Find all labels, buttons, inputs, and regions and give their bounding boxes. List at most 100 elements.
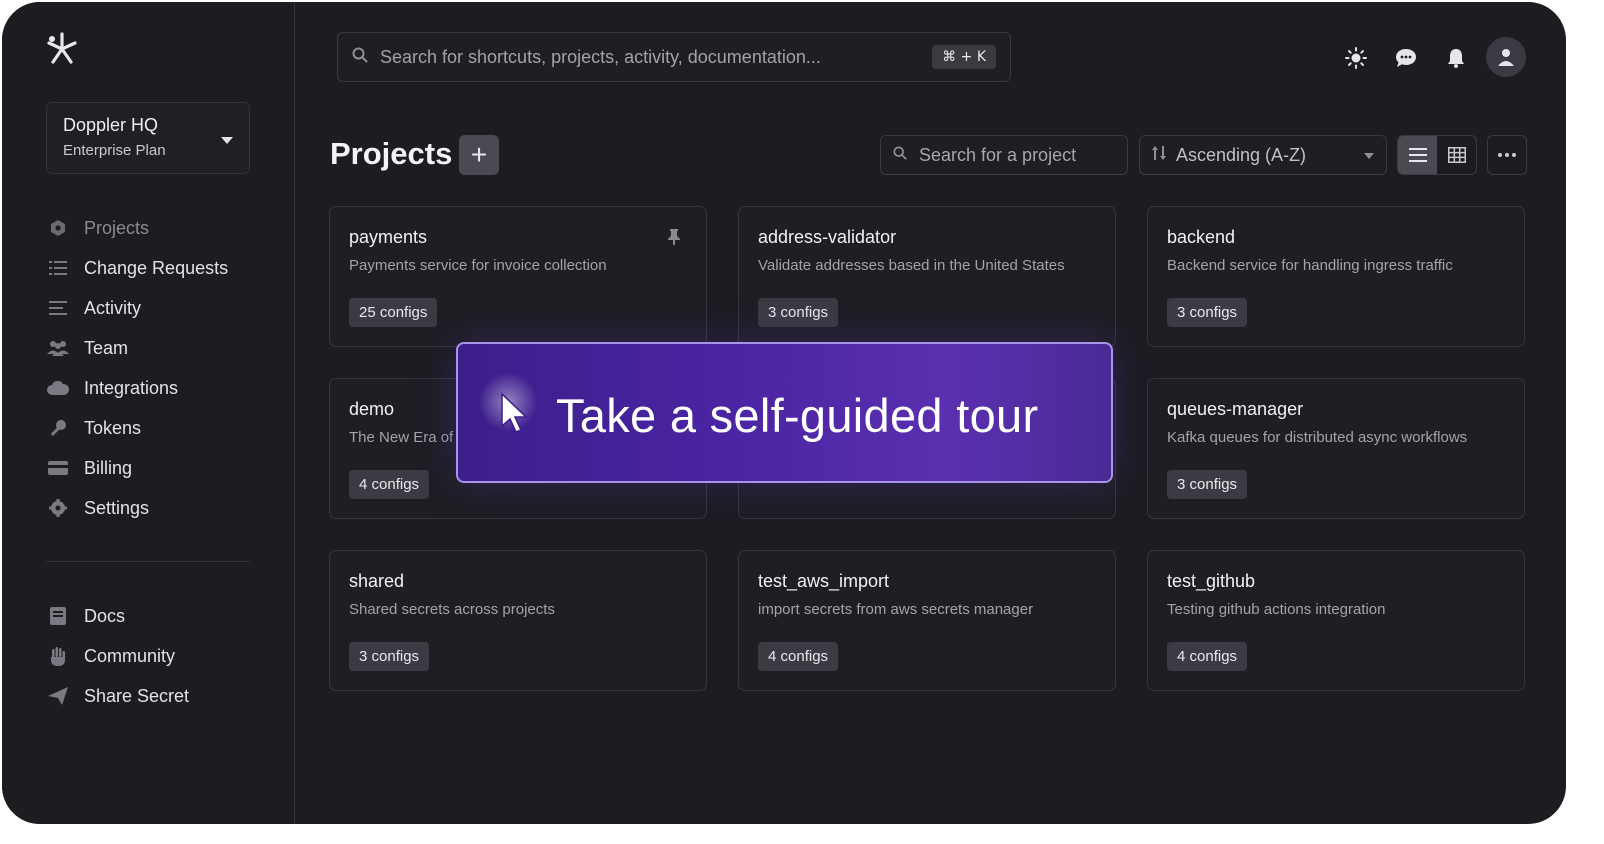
- project-name: backend: [1167, 227, 1236, 247]
- org-plan: Enterprise Plan: [63, 142, 166, 159]
- list-view-button[interactable]: [1398, 136, 1437, 174]
- global-search-input[interactable]: Search for shortcuts, projects, activity…: [337, 32, 1011, 82]
- lines-icon: [46, 298, 70, 318]
- avatar[interactable]: [1486, 37, 1526, 77]
- project-description: Payments service for invoice collection: [349, 257, 607, 274]
- shortcut-badge: ⌘ + K: [932, 45, 996, 69]
- sidebar-footer-nav: Docs Community Share Secret: [46, 596, 266, 716]
- project-name: test_github: [1167, 571, 1256, 591]
- sidebar-item-label: Billing: [84, 457, 133, 478]
- search-icon: [893, 145, 907, 165]
- sidebar-item-label: Tokens: [84, 417, 142, 438]
- configs-badge: 3 configs: [349, 642, 430, 671]
- project-name: payments: [349, 227, 428, 247]
- search-icon: [352, 47, 368, 68]
- sidebar-item-share-secret[interactable]: Share Secret: [46, 676, 266, 716]
- sidebar-item-label: Projects: [84, 217, 150, 238]
- sidebar-item-label: Share Secret: [84, 685, 190, 706]
- page-title: Projects: [330, 136, 453, 171]
- project-card-backend[interactable]: backend Backend service for handling ing…: [1147, 206, 1525, 347]
- sidebar-item-tokens[interactable]: Tokens: [46, 408, 266, 448]
- project-description: Validate addresses based in the United S…: [758, 257, 1065, 274]
- project-name: address-validator: [758, 227, 897, 247]
- list-icon: [1408, 148, 1427, 162]
- app-window: Doppler HQ Enterprise Plan Projects Chan…: [2, 2, 1566, 824]
- pin-icon[interactable]: [668, 229, 680, 250]
- more-options-button[interactable]: [1487, 135, 1527, 175]
- sidebar-nav: Projects Change Requests Activity Team I…: [46, 208, 266, 528]
- sidebar-item-team[interactable]: Team: [46, 328, 266, 368]
- sidebar-item-community[interactable]: Community: [46, 636, 266, 676]
- project-card-address-validator[interactable]: address-validator Validate addresses bas…: [738, 206, 1116, 347]
- project-description: Kafka queues for distributed async workf…: [1167, 429, 1468, 446]
- list-check-icon: [46, 258, 70, 278]
- sort-select[interactable]: Ascending (A-Z): [1139, 135, 1387, 175]
- self-guided-tour-button[interactable]: Take a self-guided tour: [456, 342, 1113, 483]
- configs-badge: 3 configs: [1167, 298, 1248, 327]
- project-search-placeholder: Search for a project: [919, 144, 1077, 165]
- configs-badge: 25 configs: [349, 298, 438, 327]
- configs-badge: 4 configs: [349, 470, 430, 499]
- cloud-icon: [46, 378, 70, 398]
- doppler-logo-icon[interactable]: [44, 30, 80, 66]
- sidebar-item-docs[interactable]: Docs: [46, 596, 266, 636]
- project-description: Backend service for handling ingress tra…: [1167, 257, 1453, 274]
- configs-badge: 3 configs: [1167, 470, 1248, 499]
- credit-card-icon: [46, 458, 70, 478]
- sidebar-item-activity[interactable]: Activity: [46, 288, 266, 328]
- chevron-down-icon: [1364, 146, 1374, 164]
- search-placeholder: Search for shortcuts, projects, activity…: [380, 46, 821, 67]
- sidebar-divider: [46, 561, 250, 562]
- cursor-arrow-icon: [500, 392, 530, 439]
- project-name: test_aws_import: [758, 571, 890, 591]
- org-switcher[interactable]: Doppler HQ Enterprise Plan: [46, 102, 250, 174]
- sidebar: Doppler HQ Enterprise Plan Projects Chan…: [2, 2, 295, 824]
- grid-icon: [1447, 147, 1466, 163]
- hand-icon: [46, 646, 70, 666]
- project-name: queues-manager: [1167, 399, 1304, 419]
- project-card-queues-manager[interactable]: queues-manager Kafka queues for distribu…: [1147, 378, 1525, 519]
- project-card-test-github[interactable]: test_github Testing github actions integ…: [1147, 550, 1525, 691]
- sidebar-item-integrations[interactable]: Integrations: [46, 368, 266, 408]
- sidebar-item-label: Integrations: [84, 377, 179, 398]
- sidebar-item-projects[interactable]: Projects: [46, 208, 266, 248]
- tour-label: Take a self-guided tour: [556, 389, 1039, 442]
- chevron-down-icon: [221, 137, 233, 144]
- sidebar-item-label: Change Requests: [84, 257, 229, 278]
- theme-toggle-sun-icon[interactable]: [1344, 46, 1368, 70]
- add-project-button[interactable]: +: [459, 135, 499, 175]
- key-icon: [46, 418, 70, 438]
- sidebar-item-change-requests[interactable]: Change Requests: [46, 248, 266, 288]
- sidebar-item-label: Activity: [84, 297, 142, 318]
- sidebar-item-label: Community: [84, 645, 176, 666]
- sidebar-item-label: Settings: [84, 497, 150, 518]
- view-toggle: [1397, 135, 1477, 175]
- sidebar-item-label: Team: [84, 337, 129, 358]
- configs-badge: 3 configs: [758, 298, 839, 327]
- book-icon: [46, 606, 70, 626]
- project-card-payments[interactable]: payments Payments service for invoice co…: [329, 206, 707, 347]
- sidebar-item-billing[interactable]: Billing: [46, 448, 266, 488]
- project-card-test-aws-import[interactable]: test_aws_import import secrets from aws …: [738, 550, 1116, 691]
- hexagon-gear-icon: [46, 218, 70, 238]
- sort-value: Ascending (A-Z): [1176, 144, 1307, 165]
- project-search-input[interactable]: Search for a project: [880, 135, 1128, 175]
- gear-icon: [46, 498, 70, 518]
- chat-icon[interactable]: [1394, 46, 1418, 70]
- org-name: Doppler HQ: [63, 115, 159, 135]
- sidebar-item-label: Docs: [84, 605, 126, 626]
- project-description: import secrets from aws secrets manager: [758, 601, 1034, 618]
- bell-icon[interactable]: [1444, 46, 1468, 70]
- sidebar-item-settings[interactable]: Settings: [46, 488, 266, 528]
- users-icon: [46, 338, 70, 358]
- configs-badge: 4 configs: [1167, 642, 1248, 671]
- project-card-shared[interactable]: shared Shared secrets across projects 3 …: [329, 550, 707, 691]
- project-description: Testing github actions integration: [1167, 601, 1386, 618]
- paper-plane-icon: [46, 686, 70, 706]
- ellipsis-icon: [1498, 153, 1516, 157]
- project-description: Shared secrets across projects: [349, 601, 555, 618]
- sort-icon: [1152, 145, 1166, 165]
- grid-view-button[interactable]: [1437, 136, 1476, 174]
- configs-badge: 4 configs: [758, 642, 839, 671]
- user-icon: [1498, 49, 1514, 66]
